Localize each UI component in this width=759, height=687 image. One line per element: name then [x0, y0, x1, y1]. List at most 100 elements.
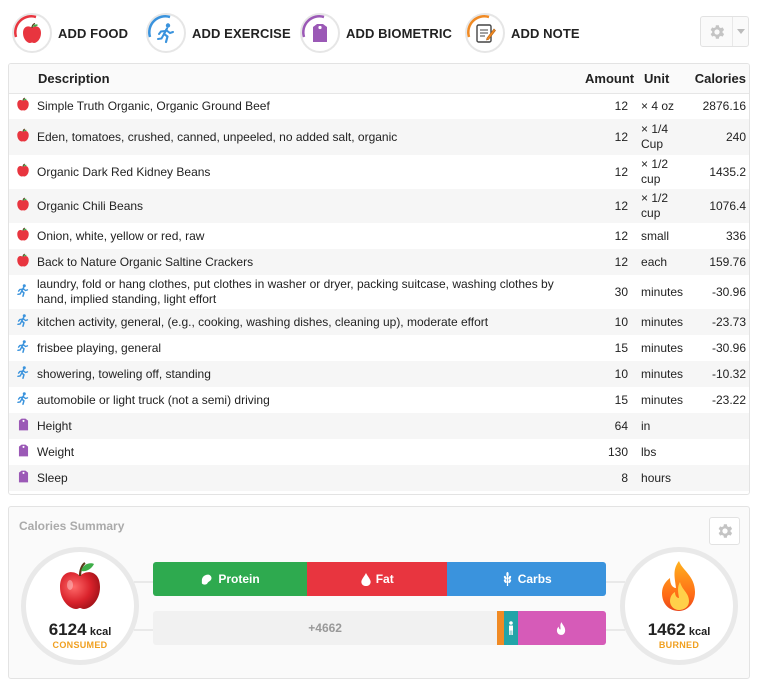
header-description[interactable]: Description	[9, 64, 586, 94]
apple-icon	[16, 163, 30, 181]
carbs-segment[interactable]: Carbs	[447, 562, 606, 596]
table-row[interactable]: Organic Dark Red Kidney Beans 12 × 1/2 cup…	[9, 155, 749, 189]
add-exercise-button[interactable]: ADD EXERCISE	[146, 12, 291, 54]
amount-cell: 30	[585, 275, 636, 309]
fat-segment[interactable]: Fat	[307, 562, 448, 596]
amount-cell: 15	[585, 387, 636, 413]
description-cell: Organic Dark Red Kidney Beans	[35, 155, 586, 189]
calories-cell: 159.76	[689, 249, 749, 275]
fat-label: Fat	[375, 572, 394, 586]
chevron-down-icon	[736, 28, 745, 34]
flame-icon	[557, 621, 566, 635]
amount-cell: 12	[585, 249, 636, 275]
add-note-label: ADD NOTE	[511, 25, 580, 41]
add-biometric-label: ADD BIOMETRIC	[346, 25, 453, 41]
burned-unit: kcal	[688, 626, 711, 638]
calories-cell: 336	[689, 223, 749, 249]
table-row[interactable]: Sleep 8 hours	[9, 465, 749, 491]
connector-line	[134, 629, 154, 631]
settings-dropdown-button[interactable]	[700, 16, 749, 47]
amount-cell: 12	[585, 189, 636, 223]
consumed-icon-wrap	[26, 560, 134, 610]
add-exercise-label: ADD EXERCISE	[192, 25, 291, 41]
row-type-cell	[9, 275, 35, 309]
amount-cell: 130	[585, 439, 636, 465]
add-note-button[interactable]: ADD NOTE	[465, 12, 580, 54]
unit-cell: each	[635, 249, 690, 275]
table-row[interactable]: Height 64 in	[9, 413, 749, 439]
calories-cell: -30.96	[689, 335, 749, 361]
runner-icon	[16, 365, 30, 383]
row-type-cell	[9, 387, 35, 413]
table-row[interactable]: showering, toweling off, standing 10 minut…	[9, 361, 749, 387]
row-type-cell	[9, 249, 35, 275]
settings-caret[interactable]	[733, 17, 748, 46]
table-row[interactable]: Eden, tomatoes, crushed, canned, unpeele…	[9, 119, 749, 155]
add-biometric-button[interactable]: ADD BIOMETRIC	[300, 12, 452, 54]
table-row[interactable]: Onion, white, yellow or red, raw 12 small 3…	[9, 223, 749, 249]
unit-cell: in	[635, 413, 690, 439]
calories-cell: -23.73	[689, 309, 749, 335]
table-row[interactable]: Organic Chili Beans 12 × 1/2 cup 1076.4	[9, 189, 749, 223]
apple-icon	[16, 97, 30, 115]
header-amount[interactable]: Amount	[585, 64, 636, 94]
consumed-circle: 6124 kcal CONSUMED	[21, 547, 139, 665]
calories-cell: -23.22	[689, 387, 749, 413]
row-type-cell	[9, 439, 35, 465]
add-food-label: ADD FOOD	[58, 25, 129, 41]
table-row[interactable]: Weight 130 lbs	[9, 439, 749, 465]
table-row[interactable]: Simple Truth Organic, Organic Ground Bee…	[9, 93, 749, 119]
macro-bar: Protein Fat Carbs	[153, 562, 606, 596]
burned-label: BURNED	[658, 640, 700, 650]
table-row[interactable]: automobile or light truck (not a semi) d…	[9, 387, 749, 413]
description-cell: frisbee playing, general	[35, 335, 586, 361]
calories-summary-panel: Calories Summary 6124 kcal CONSUMED Prot…	[8, 506, 750, 679]
header-unit[interactable]: Unit	[635, 64, 690, 94]
carbs-label: Carbs	[517, 572, 552, 586]
apple-icon	[16, 253, 30, 271]
description-cell: Sleep	[35, 465, 586, 491]
row-type-cell	[9, 223, 35, 249]
amount-cell: 8	[585, 465, 636, 491]
consumed-unit: kcal	[89, 626, 112, 638]
calories-cell: 240	[689, 119, 749, 155]
exercise-segment[interactable]	[504, 611, 518, 645]
unit-cell: minutes	[635, 335, 690, 361]
unit-cell: minutes	[635, 361, 690, 387]
unit-cell: hours	[635, 465, 690, 491]
protein-segment[interactable]: Protein	[153, 562, 308, 596]
row-type-cell	[9, 413, 35, 439]
table-row[interactable]: laundry, fold or hang clothes, put cloth…	[9, 275, 749, 309]
table-row[interactable]: frisbee playing, general 15 minutes -30.96	[9, 335, 749, 361]
description-cell: Eden, tomatoes, crushed, canned, unpeele…	[35, 119, 586, 155]
summary-settings-button[interactable]	[709, 517, 740, 545]
unit-cell: × 4 oz	[635, 93, 690, 119]
description-cell: Organic Chili Beans	[35, 189, 586, 223]
calories-cell	[689, 465, 749, 491]
net-calories-bar: +4662	[153, 611, 606, 645]
unit-cell: small	[635, 223, 690, 249]
flame-icon	[662, 561, 695, 611]
net-remaining-label: +4662	[308, 621, 342, 635]
note-segment[interactable]	[497, 611, 505, 645]
unit-cell: × 1/4 Cup	[635, 119, 690, 155]
ring-accent-exercise	[148, 15, 171, 38]
unit-cell: lbs	[635, 439, 690, 465]
burned-segment[interactable]	[517, 611, 606, 645]
description-cell: Back to Nature Organic Saltine Crackers	[35, 249, 586, 275]
person-icon	[508, 621, 513, 635]
amount-cell: 12	[585, 223, 636, 249]
add-food-button[interactable]: ADD FOOD	[12, 12, 128, 54]
connector-line	[605, 629, 625, 631]
gear-icon	[718, 524, 732, 538]
action-toolbar: ADD FOOD ADD EXERCISE ADD BIOMETRIC ADD …	[0, 0, 759, 62]
table-row[interactable]: Back to Nature Organic Saltine Crackers 1…	[9, 249, 749, 275]
settings-gear[interactable]	[701, 17, 734, 46]
table-row[interactable]: kitchen activity, general, (e.g., cookin…	[9, 309, 749, 335]
calories-cell: 1435.2	[689, 155, 749, 189]
net-remaining-segment[interactable]: +4662	[153, 611, 497, 645]
header-calories[interactable]: Calories	[689, 64, 749, 94]
row-type-cell	[9, 309, 35, 335]
wheat-icon	[503, 572, 511, 586]
unit-cell: × 1/2 cup	[635, 155, 690, 189]
